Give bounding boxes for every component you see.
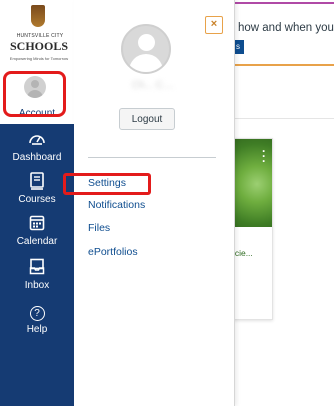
nav-item-inbox[interactable]: Inbox bbox=[0, 258, 74, 300]
settings-highlight-box bbox=[63, 173, 151, 195]
notifications-link[interactable]: Notifications bbox=[88, 199, 145, 211]
logo-main-text: SCHOOLS bbox=[9, 39, 69, 53]
kebab-menu-icon[interactable]: · · · bbox=[262, 145, 266, 167]
course-card-image bbox=[232, 139, 272, 227]
global-navigation: HUNTSVILLE CITY SCHOOLS Empowering Minds… bbox=[0, 0, 74, 406]
nav-item-calendar[interactable]: Calendar bbox=[0, 214, 74, 256]
nav-item-label: Calendar bbox=[16, 236, 58, 247]
nav-item-label: Inbox bbox=[24, 280, 50, 291]
inbox-icon bbox=[26, 258, 48, 278]
nav-item-label: Courses bbox=[18, 194, 56, 205]
nav-item-label: Dashboard bbox=[12, 152, 62, 163]
nav-item-dashboard[interactable]: Dashboard bbox=[0, 130, 74, 172]
question-circle-icon: ? bbox=[26, 302, 48, 322]
close-icon[interactable]: × bbox=[205, 16, 223, 34]
nav-item-label: Help bbox=[26, 324, 48, 335]
eportfolios-link[interactable]: ePortfolios bbox=[88, 246, 138, 258]
crest-icon bbox=[31, 5, 45, 27]
course-card[interactable]: · · · bbox=[232, 138, 273, 320]
banner-text: how and when you w bbox=[238, 22, 334, 34]
logo-tagline: Empowering Minds for Tomorrow bbox=[9, 56, 69, 61]
nav-item-help[interactable]: ? Help bbox=[0, 302, 74, 344]
speedometer-icon bbox=[26, 130, 48, 150]
user-name: Ch... C.... bbox=[131, 80, 175, 91]
calendar-icon bbox=[26, 214, 48, 234]
school-logo[interactable]: HUNTSVILLE CITY SCHOOLS Empowering Minds… bbox=[0, 0, 74, 68]
account-highlight-box bbox=[3, 71, 66, 117]
course-card-title[interactable]: rcie... bbox=[232, 248, 253, 258]
tray-divider bbox=[88, 157, 216, 158]
logout-button[interactable]: Logout bbox=[119, 108, 175, 130]
files-link[interactable]: Files bbox=[88, 222, 110, 234]
book-icon bbox=[26, 172, 48, 192]
divider bbox=[232, 118, 334, 119]
profile-avatar bbox=[121, 24, 171, 74]
notification-banner bbox=[232, 4, 334, 66]
